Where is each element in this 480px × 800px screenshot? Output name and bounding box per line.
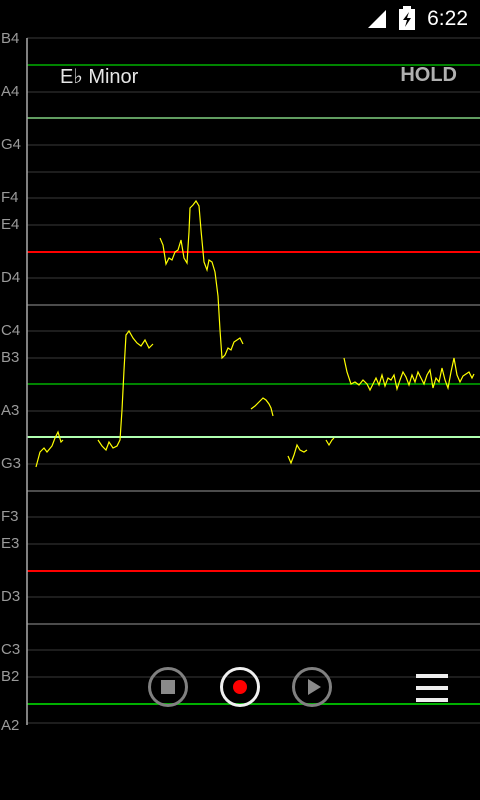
- stop-icon: [161, 680, 175, 694]
- pitch-trace: [35, 199, 475, 468]
- pitch-segment: [287, 443, 308, 465]
- note-label: G4: [1, 136, 21, 153]
- play-icon: [308, 679, 321, 695]
- record-icon: [233, 680, 247, 694]
- note-label: F4: [1, 189, 19, 206]
- note-label: A2: [1, 717, 19, 734]
- note-label: D3: [1, 588, 20, 605]
- status-bar: 6:22: [0, 0, 480, 38]
- play-button[interactable]: [292, 667, 332, 707]
- note-label: F3: [1, 508, 19, 525]
- battery-charging-icon: [399, 6, 415, 30]
- status-time: 6:22: [427, 7, 468, 30]
- signal-icon: [368, 10, 386, 28]
- note-label: G3: [1, 455, 21, 472]
- note-label: E3: [1, 535, 19, 552]
- note-label: C4: [1, 322, 20, 339]
- note-label: C3: [1, 641, 20, 658]
- staff-lines: [26, 37, 480, 725]
- stop-button[interactable]: [148, 667, 188, 707]
- menu-icon: [416, 674, 448, 678]
- pitch-segment: [250, 397, 274, 417]
- note-label: D4: [1, 269, 20, 286]
- note-label: B2: [1, 668, 19, 685]
- note-label: A4: [1, 83, 19, 100]
- menu-button[interactable]: [414, 674, 450, 704]
- note-label: A3: [1, 402, 19, 419]
- note-labels: B4 A4 G4 F4 E4 D4 C4 B3 A3 G3 F3 E3 D3 C…: [1, 30, 21, 734]
- hold-button[interactable]: HOLD: [400, 64, 457, 87]
- pitch-segment: [97, 329, 154, 452]
- note-label: B3: [1, 349, 19, 366]
- pitch-segment: [325, 437, 335, 447]
- key-signature-label[interactable]: E♭ Minor: [60, 64, 138, 89]
- pitch-segment: [343, 357, 475, 392]
- record-button[interactable]: [220, 667, 260, 707]
- note-label: E4: [1, 216, 19, 233]
